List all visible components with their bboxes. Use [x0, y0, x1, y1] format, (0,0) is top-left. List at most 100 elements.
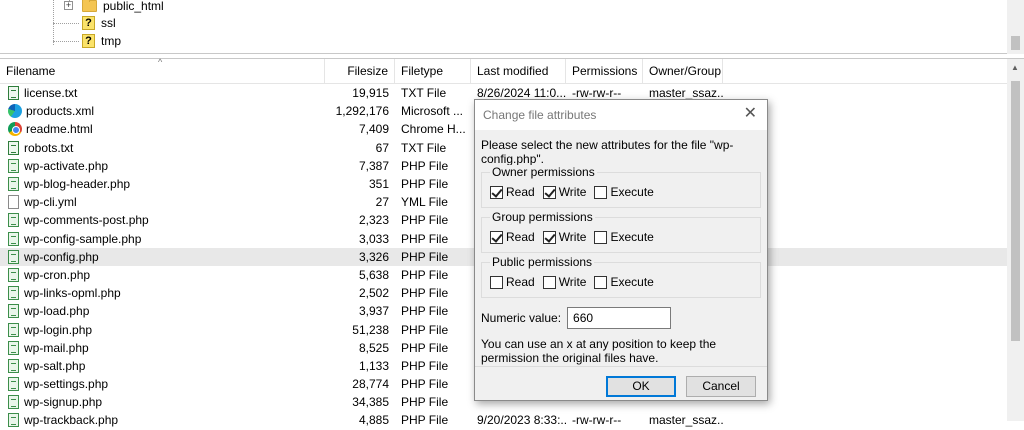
column-header-owner-group[interactable]: Owner/Group	[643, 59, 723, 84]
column-header-filename[interactable]: Filename ^	[0, 57, 325, 84]
permission-groups: Owner permissions Read Write Execute Group p…	[481, 165, 761, 298]
checkbox-box[interactable]	[594, 185, 608, 199]
file-size: 19,915	[352, 86, 389, 101]
php-file-icon	[8, 286, 19, 301]
expand-icon[interactable]: +	[64, 1, 73, 10]
tree-item-label: public_html	[103, 0, 164, 13]
file-name-cell: wp-settings.php	[0, 377, 325, 392]
dialog-description: Please select the new attributes for the…	[481, 138, 734, 166]
column-header-last-modified[interactable]: Last modified	[471, 59, 566, 84]
ok-button[interactable]: OK	[606, 376, 676, 397]
file-type: PHP File	[401, 358, 449, 373]
checkbox-label: Read	[506, 275, 535, 289]
file-list-scrollbar-thumb[interactable]	[1011, 81, 1020, 341]
file-owner: master_ssaz...	[649, 86, 723, 101]
scroll-up-icon[interactable]: ▲	[1011, 63, 1019, 72]
file-name-cell: wp-signup.php	[0, 395, 325, 410]
tree-scrollbar[interactable]	[1007, 0, 1024, 54]
file-size: 5,638	[358, 267, 389, 282]
column-header-label: Filename	[6, 64, 56, 78]
checkbox-box[interactable]	[542, 185, 556, 199]
file-type: PHP File	[401, 267, 449, 282]
file-size: 351	[368, 177, 389, 192]
dialog-title: Change file attributes	[483, 108, 597, 122]
file-permissions: -rw-rw-r--	[572, 86, 622, 101]
file-name-cell: wp-config.php	[0, 249, 325, 264]
directory-tree[interactable]: + public_html ? ssl ? tmp	[0, 0, 1024, 54]
file-list-scrollbar[interactable]: ▲	[1007, 59, 1024, 421]
checkbox-label: Execute	[610, 185, 654, 199]
file-type: PHP File	[401, 340, 449, 355]
tree-item-public-html[interactable]: + public_html	[64, 0, 164, 15]
write-checkbox[interactable]: Write	[542, 185, 586, 199]
column-header-filetype[interactable]: Filetype	[395, 59, 471, 84]
file-name-cell: wp-cron.php	[0, 267, 325, 282]
file-type: PHP File	[401, 395, 449, 410]
file-size: 67	[375, 140, 389, 155]
file-name-cell: wp-config-sample.php	[0, 231, 325, 246]
edge-browser-icon	[8, 104, 22, 119]
permission-group-label: Group permissions	[490, 210, 595, 224]
checkbox-label: Write	[558, 230, 587, 244]
file-type: TXT File	[401, 86, 447, 101]
tree-item-ssl[interactable]: ? ssl	[82, 14, 116, 32]
write-checkbox[interactable]: Write	[542, 230, 587, 244]
read-checkbox[interactable]: Read	[490, 275, 535, 289]
tree-item-label: ssl	[101, 16, 116, 30]
cancel-button[interactable]: Cancel	[686, 376, 756, 397]
file-size: 28,774	[352, 377, 389, 392]
file-type: YML File	[401, 195, 448, 210]
checkbox-box[interactable]	[490, 275, 503, 289]
table-row[interactable]: wp-trackback.php 4,885 PHP File 9/20/2023 8…	[0, 411, 1007, 429]
file-size: 3,937	[358, 304, 389, 319]
file-type: PHP File	[401, 377, 449, 392]
write-checkbox[interactable]: Write	[542, 275, 587, 289]
file-name-cell: products.xml	[0, 104, 325, 119]
txt-file-icon	[8, 86, 19, 101]
checkbox-box[interactable]	[542, 275, 556, 289]
column-header-permissions[interactable]: Permissions	[566, 59, 643, 84]
dialog-titlebar[interactable]: Change file attributes ✕	[475, 100, 767, 130]
php-file-icon	[8, 377, 19, 392]
execute-checkbox[interactable]: Execute	[594, 230, 654, 244]
read-checkbox[interactable]: Read	[490, 230, 535, 244]
file-type: PHP File	[401, 304, 449, 319]
close-icon[interactable]: ✕	[744, 106, 757, 122]
file-size: 1,292,176	[335, 104, 389, 119]
numeric-value-input[interactable]	[567, 307, 672, 329]
execute-checkbox[interactable]: Execute	[594, 275, 654, 289]
dialog-divider	[475, 366, 767, 367]
file-name: wp-settings.php	[24, 377, 109, 392]
file-size: 27	[375, 195, 389, 210]
change-file-attributes-dialog: Change file attributes ✕ Please select t…	[474, 99, 768, 401]
checkbox-label: Execute	[610, 230, 654, 244]
checkbox-box[interactable]	[490, 230, 503, 244]
file-name-cell: wp-blog-header.php	[0, 177, 325, 192]
file-type: PHP File	[401, 286, 449, 301]
file-name: wp-links-opml.php	[24, 286, 121, 301]
execute-checkbox[interactable]: Execute	[594, 185, 654, 199]
checkbox-box[interactable]	[594, 275, 608, 289]
php-file-icon	[8, 267, 19, 282]
file-permissions: -rw-rw-r--	[572, 413, 622, 428]
file-name-cell: wp-mail.php	[0, 340, 325, 355]
permission-checkboxes: Read Write Execute	[490, 185, 752, 199]
checkbox-label: Write	[558, 275, 587, 289]
permission-group: Group permissions Read Write Execute	[481, 210, 761, 253]
checkbox-box[interactable]	[594, 230, 608, 244]
dialog-body: Please select the new attributes for the…	[475, 130, 767, 365]
sort-ascending-icon: ^	[158, 57, 163, 67]
file-name-cell: robots.txt	[0, 140, 325, 155]
tree-scrollbar-thumb[interactable]	[1011, 36, 1020, 50]
php-file-icon	[8, 322, 19, 337]
php-file-icon	[8, 413, 19, 428]
permission-group: Public permissions Read Write Execute	[481, 255, 761, 298]
permission-checkboxes: Read Write Execute	[490, 230, 752, 244]
checkbox-box[interactable]	[542, 230, 556, 244]
read-checkbox[interactable]: Read	[490, 185, 535, 199]
checkbox-box[interactable]	[490, 185, 503, 199]
file-name: wp-load.php	[24, 304, 90, 319]
column-header-filesize[interactable]: Filesize	[325, 59, 395, 84]
tree-item-tmp[interactable]: ? tmp	[82, 32, 121, 50]
php-file-icon	[8, 158, 19, 173]
